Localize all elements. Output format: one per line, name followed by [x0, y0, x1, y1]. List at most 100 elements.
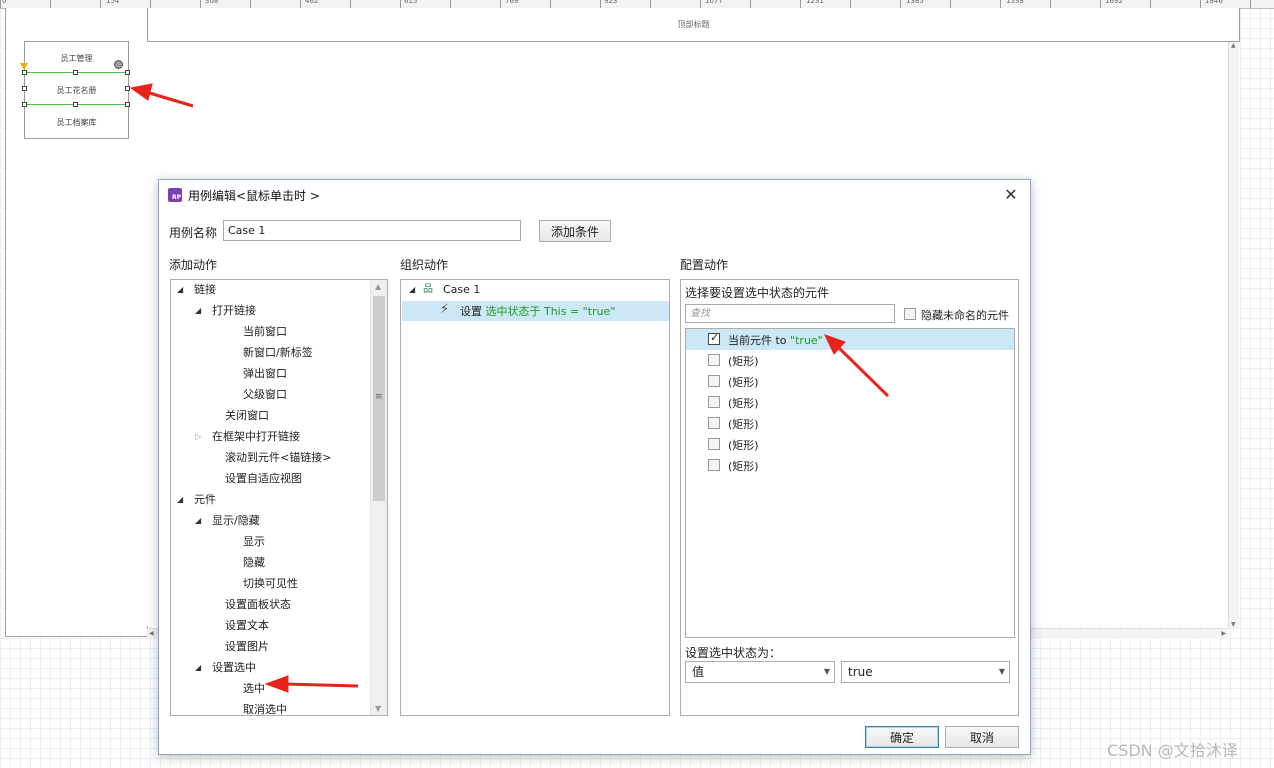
- resize-handle[interactable]: [73, 70, 78, 75]
- resize-handle[interactable]: [22, 102, 27, 107]
- action-tree-label: 在框架中打开链接: [212, 430, 300, 443]
- axure-rp-logo-icon: RP: [168, 188, 182, 202]
- scroll-down-icon[interactable]: ▼: [1231, 621, 1236, 628]
- collapse-toggle-icon[interactable]: ◢: [177, 491, 183, 509]
- case-node-label: Case 1: [443, 283, 481, 296]
- ruler-label: 1538: [1006, 0, 1024, 5]
- collapse-toggle-icon[interactable]: ◢: [409, 281, 415, 299]
- element-value: "true": [790, 334, 823, 347]
- nav-menu-widget[interactable]: 员工管理 员工花名册 员工档案库: [24, 41, 129, 139]
- ruler-label: 462: [305, 0, 319, 5]
- value-mode-select[interactable]: 值 ▼: [685, 661, 835, 683]
- chevron-down-icon: ▼: [823, 667, 830, 676]
- dialog-title: 用例编辑<鼠标单击时 >: [188, 188, 320, 203]
- header-title: 顶部标题: [677, 20, 710, 29]
- resize-handle[interactable]: [125, 86, 130, 91]
- close-icon[interactable]: ✕: [1001, 185, 1021, 205]
- element-row[interactable]: (矩形): [686, 455, 1014, 476]
- element-row[interactable]: (矩形): [686, 434, 1014, 455]
- chevron-down-icon: ▼: [998, 667, 1005, 676]
- element-label: 当前元件 to "true": [728, 332, 823, 348]
- add-action-tree[interactable]: ◢ 链接 ◢ 打开链接 当前窗口 新窗口/新标签 弹出窗口 父级窗口 关闭窗口 ▷ 在框架中打开链接…: [170, 279, 388, 716]
- resize-handle[interactable]: [22, 70, 27, 75]
- scroll-up-icon[interactable]: ▲: [375, 282, 381, 291]
- anchor-triangle-icon[interactable]: [20, 63, 28, 70]
- element-name: (矩形): [728, 460, 759, 473]
- scroll-down-icon[interactable]: ▼: [375, 704, 381, 713]
- element-checkbox[interactable]: [708, 396, 720, 408]
- ruler-label: 154: [106, 0, 120, 5]
- element-checkbox[interactable]: [708, 354, 720, 366]
- ruler-label: 1846: [1205, 0, 1223, 5]
- organize-action-pane[interactable]: ◢ 品 Case 1 ⚡ 设置 选中状态于 This = "true": [400, 279, 670, 716]
- element-checkbox[interactable]: [708, 417, 720, 429]
- cancel-button[interactable]: 取消: [945, 726, 1019, 748]
- add-condition-button[interactable]: 添加条件: [539, 220, 611, 242]
- ruler-label: 308: [205, 0, 219, 5]
- resize-handle[interactable]: [125, 70, 130, 75]
- canvas-vertical-scrollbar[interactable]: ▲ ▼: [1228, 42, 1239, 628]
- element-checkbox[interactable]: [708, 459, 720, 471]
- scroll-right-icon[interactable]: ▶: [1221, 630, 1226, 637]
- configure-action-heading: 配置动作: [680, 258, 729, 272]
- scroll-up-icon[interactable]: ▲: [1231, 42, 1236, 49]
- element-name: (矩形): [728, 418, 759, 431]
- element-checkbox[interactable]: [708, 438, 720, 450]
- collapse-toggle-icon[interactable]: ◢: [195, 512, 201, 530]
- expand-toggle-icon[interactable]: ▷: [195, 428, 201, 446]
- case-name-label: 用例名称: [169, 226, 218, 240]
- action-tree-label: 新窗口/新标签: [243, 346, 313, 359]
- resize-handle[interactable]: [22, 86, 27, 91]
- action-text: 设置 选中状态于 This = "true": [460, 303, 615, 319]
- ruler-label: 1692: [1105, 0, 1123, 5]
- element-row[interactable]: (矩形): [686, 413, 1014, 434]
- case-tree-icon: 品: [423, 284, 433, 295]
- collapse-toggle-icon[interactable]: ◢: [177, 281, 183, 299]
- select-elements-label: 选择要设置选中状态的元件: [685, 286, 830, 300]
- action-tree-label: 取消选中: [243, 703, 287, 716]
- nav-item-label: 员工管理: [60, 53, 93, 63]
- action-tree-label: 弹出窗口: [243, 367, 287, 380]
- action-tree-label: 关闭窗口: [225, 409, 269, 422]
- collapse-toggle-icon[interactable]: ◢: [195, 659, 201, 677]
- ruler-label: 1231: [806, 0, 824, 5]
- element-search-input[interactable]: 查找: [685, 304, 895, 323]
- element-label: (矩形): [728, 416, 759, 432]
- dialog-titlebar[interactable]: RP 用例编辑<鼠标单击时 > ✕: [159, 180, 1030, 210]
- element-checkbox[interactable]: [708, 375, 720, 387]
- collapse-toggle-icon[interactable]: ◢: [195, 302, 201, 320]
- value-mode-text: 值: [692, 665, 705, 679]
- element-row[interactable]: (矩形): [686, 350, 1014, 371]
- element-label: (矩形): [728, 353, 759, 369]
- rotate-handle-icon[interactable]: [114, 60, 123, 69]
- action-tree-label: 滚动到元件<锚链接>: [225, 451, 332, 464]
- element-name: 当前元件 to: [728, 334, 791, 347]
- resize-handle[interactable]: [73, 102, 78, 107]
- action-tree-label: 隐藏: [243, 556, 265, 569]
- tree-scrollbar[interactable]: ▲ ≡ ▼: [370, 280, 387, 715]
- ruler-label: 1385: [906, 0, 924, 5]
- action-tree-label: 链接: [194, 283, 216, 296]
- nav-item[interactable]: 员工档案库: [25, 106, 128, 138]
- element-row[interactable]: (矩形): [686, 371, 1014, 392]
- element-row[interactable]: 当前元件 to "true": [686, 329, 1014, 350]
- resize-handle[interactable]: [125, 102, 130, 107]
- case-name-input[interactable]: Case 1: [223, 220, 521, 241]
- ok-button[interactable]: 确定: [865, 726, 939, 748]
- element-checkbox-checked[interactable]: [708, 331, 720, 345]
- case-editor-dialog: RP 用例编辑<鼠标单击时 > ✕ 用例名称 Case 1 添加条件 添加动作 …: [158, 179, 1031, 755]
- action-prefix: 设置: [460, 305, 486, 318]
- element-label: (矩形): [728, 458, 759, 474]
- top-header-frame[interactable]: 顶部标题: [147, 8, 1240, 42]
- set-state-label: 设置选中状态为：: [685, 646, 782, 660]
- element-list[interactable]: 当前元件 to "true" (矩形) (矩形) (矩形) (矩形) (矩形) (矩形): [685, 328, 1015, 638]
- scroll-left-icon[interactable]: ◀: [149, 630, 154, 637]
- action-tree-label: 元件: [194, 493, 216, 506]
- ruler-label: 0: [2, 0, 7, 5]
- state-value-select[interactable]: true ▼: [841, 661, 1010, 683]
- hide-unnamed-checkbox[interactable]: [904, 308, 916, 320]
- action-tree-label: 设置图片: [225, 640, 269, 653]
- selected-action-row[interactable]: ⚡ 设置 选中状态于 This = "true": [402, 301, 669, 321]
- element-name: (矩形): [728, 355, 759, 368]
- element-row[interactable]: (矩形): [686, 392, 1014, 413]
